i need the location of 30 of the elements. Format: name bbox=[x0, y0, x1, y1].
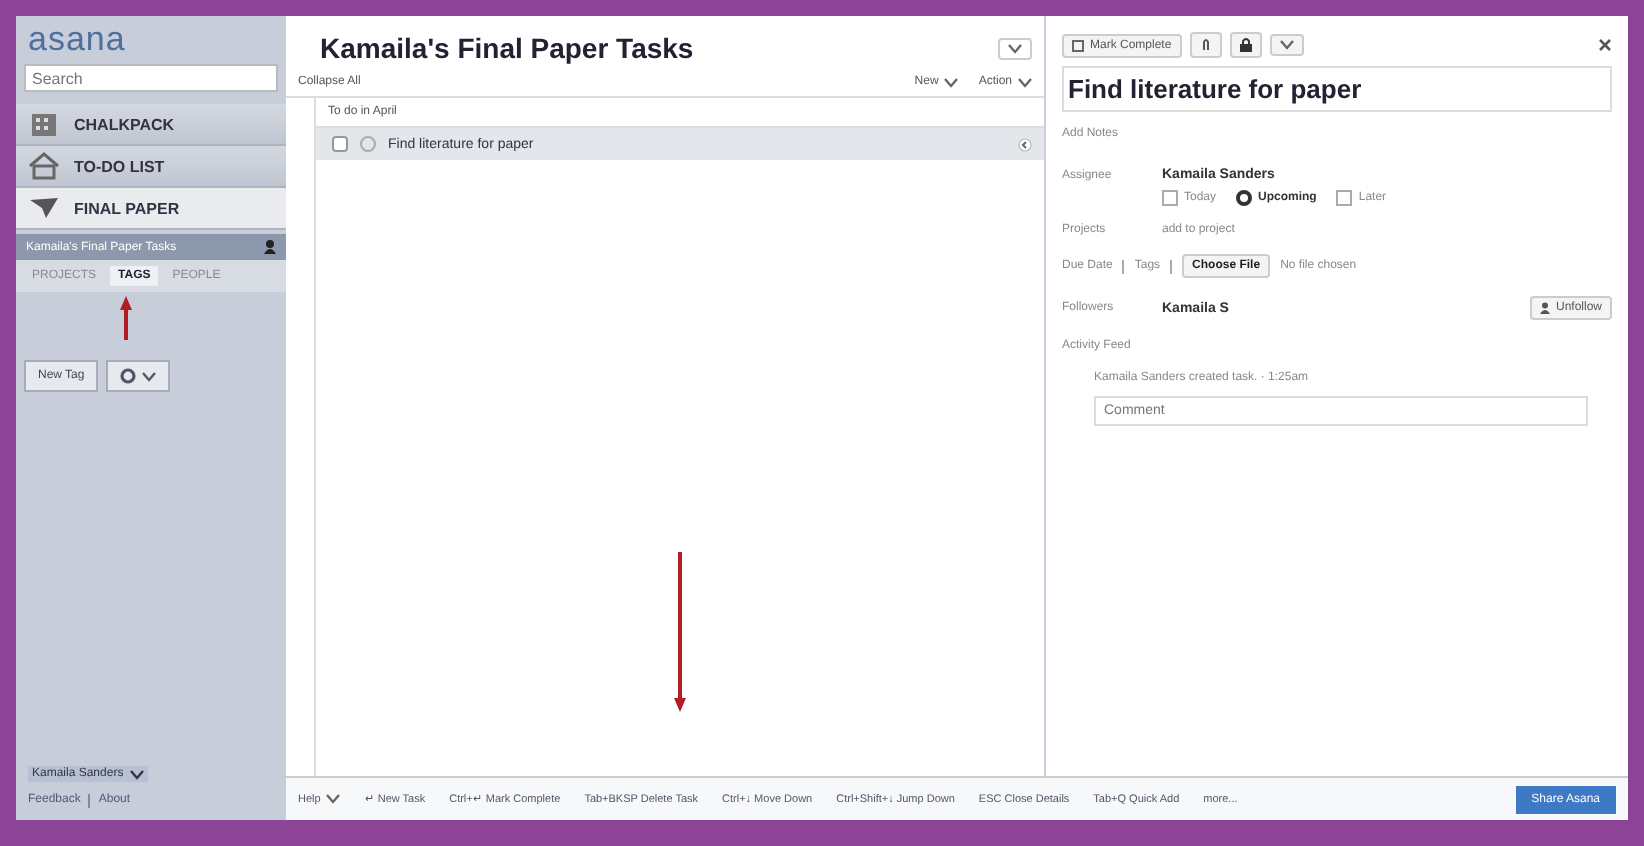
close-icon[interactable] bbox=[1598, 38, 1612, 52]
lock-icon bbox=[1239, 38, 1252, 52]
building-icon bbox=[28, 108, 60, 140]
task-title-field[interactable]: Find literature for paper bbox=[1062, 66, 1612, 112]
arrow-annotation bbox=[120, 296, 132, 340]
house-icon bbox=[28, 150, 60, 182]
paperclip-icon bbox=[1199, 38, 1212, 52]
details-arrow-icon bbox=[1018, 137, 1032, 151]
more-options-button[interactable] bbox=[1269, 34, 1304, 56]
lock-button[interactable] bbox=[1229, 32, 1262, 58]
caret-icon bbox=[326, 794, 341, 804]
caret-icon bbox=[1279, 40, 1294, 50]
caret-icon bbox=[129, 769, 144, 779]
caret-icon bbox=[1008, 43, 1022, 53]
nav-item[interactable]: CHALKPACK bbox=[16, 104, 286, 146]
logo: asana bbox=[26, 18, 128, 60]
person-icon bbox=[1539, 302, 1550, 314]
caret-icon bbox=[1018, 77, 1032, 87]
checkbox-icon bbox=[1072, 39, 1084, 51]
nav-item[interactable]: TO-DO LIST bbox=[16, 146, 286, 188]
list-title: Kamaila's Final Paper Tasks bbox=[320, 32, 694, 64]
task-checkbox[interactable] bbox=[332, 136, 348, 152]
person-icon bbox=[264, 240, 276, 254]
search-field[interactable]: Search bbox=[24, 64, 278, 92]
caret-icon bbox=[944, 77, 959, 87]
list-menu-button[interactable] bbox=[998, 37, 1032, 59]
settings-menu-button[interactable] bbox=[106, 360, 171, 392]
caret-icon bbox=[142, 371, 157, 381]
nav-item[interactable]: FINAL PAPER bbox=[16, 188, 286, 230]
attachment-button[interactable] bbox=[1189, 32, 1222, 58]
